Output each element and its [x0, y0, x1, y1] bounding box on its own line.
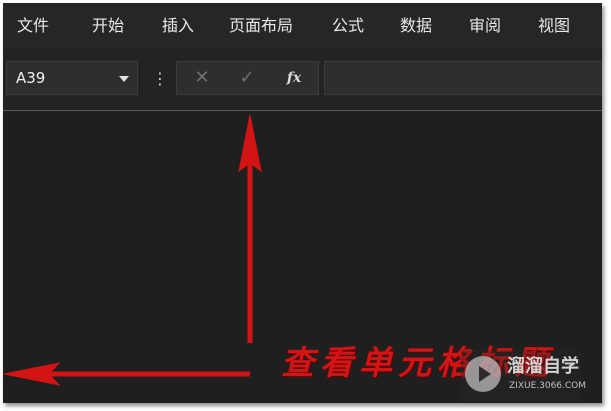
- up-arrow-head-icon: [238, 114, 262, 173]
- watermark-title: 溜溜自学: [507, 356, 579, 377]
- watermark: 溜溜自学 ZIXUE.3066.COM: [461, 350, 586, 402]
- play-logo-icon: [465, 356, 501, 392]
- excel-window: 文件 开始 插入 页面布局 公式 数据 审阅 视图 A39 ⋮ ✕ ✓ fx 查…: [3, 3, 602, 403]
- watermark-url: ZIXUE.3066.COM: [509, 381, 587, 391]
